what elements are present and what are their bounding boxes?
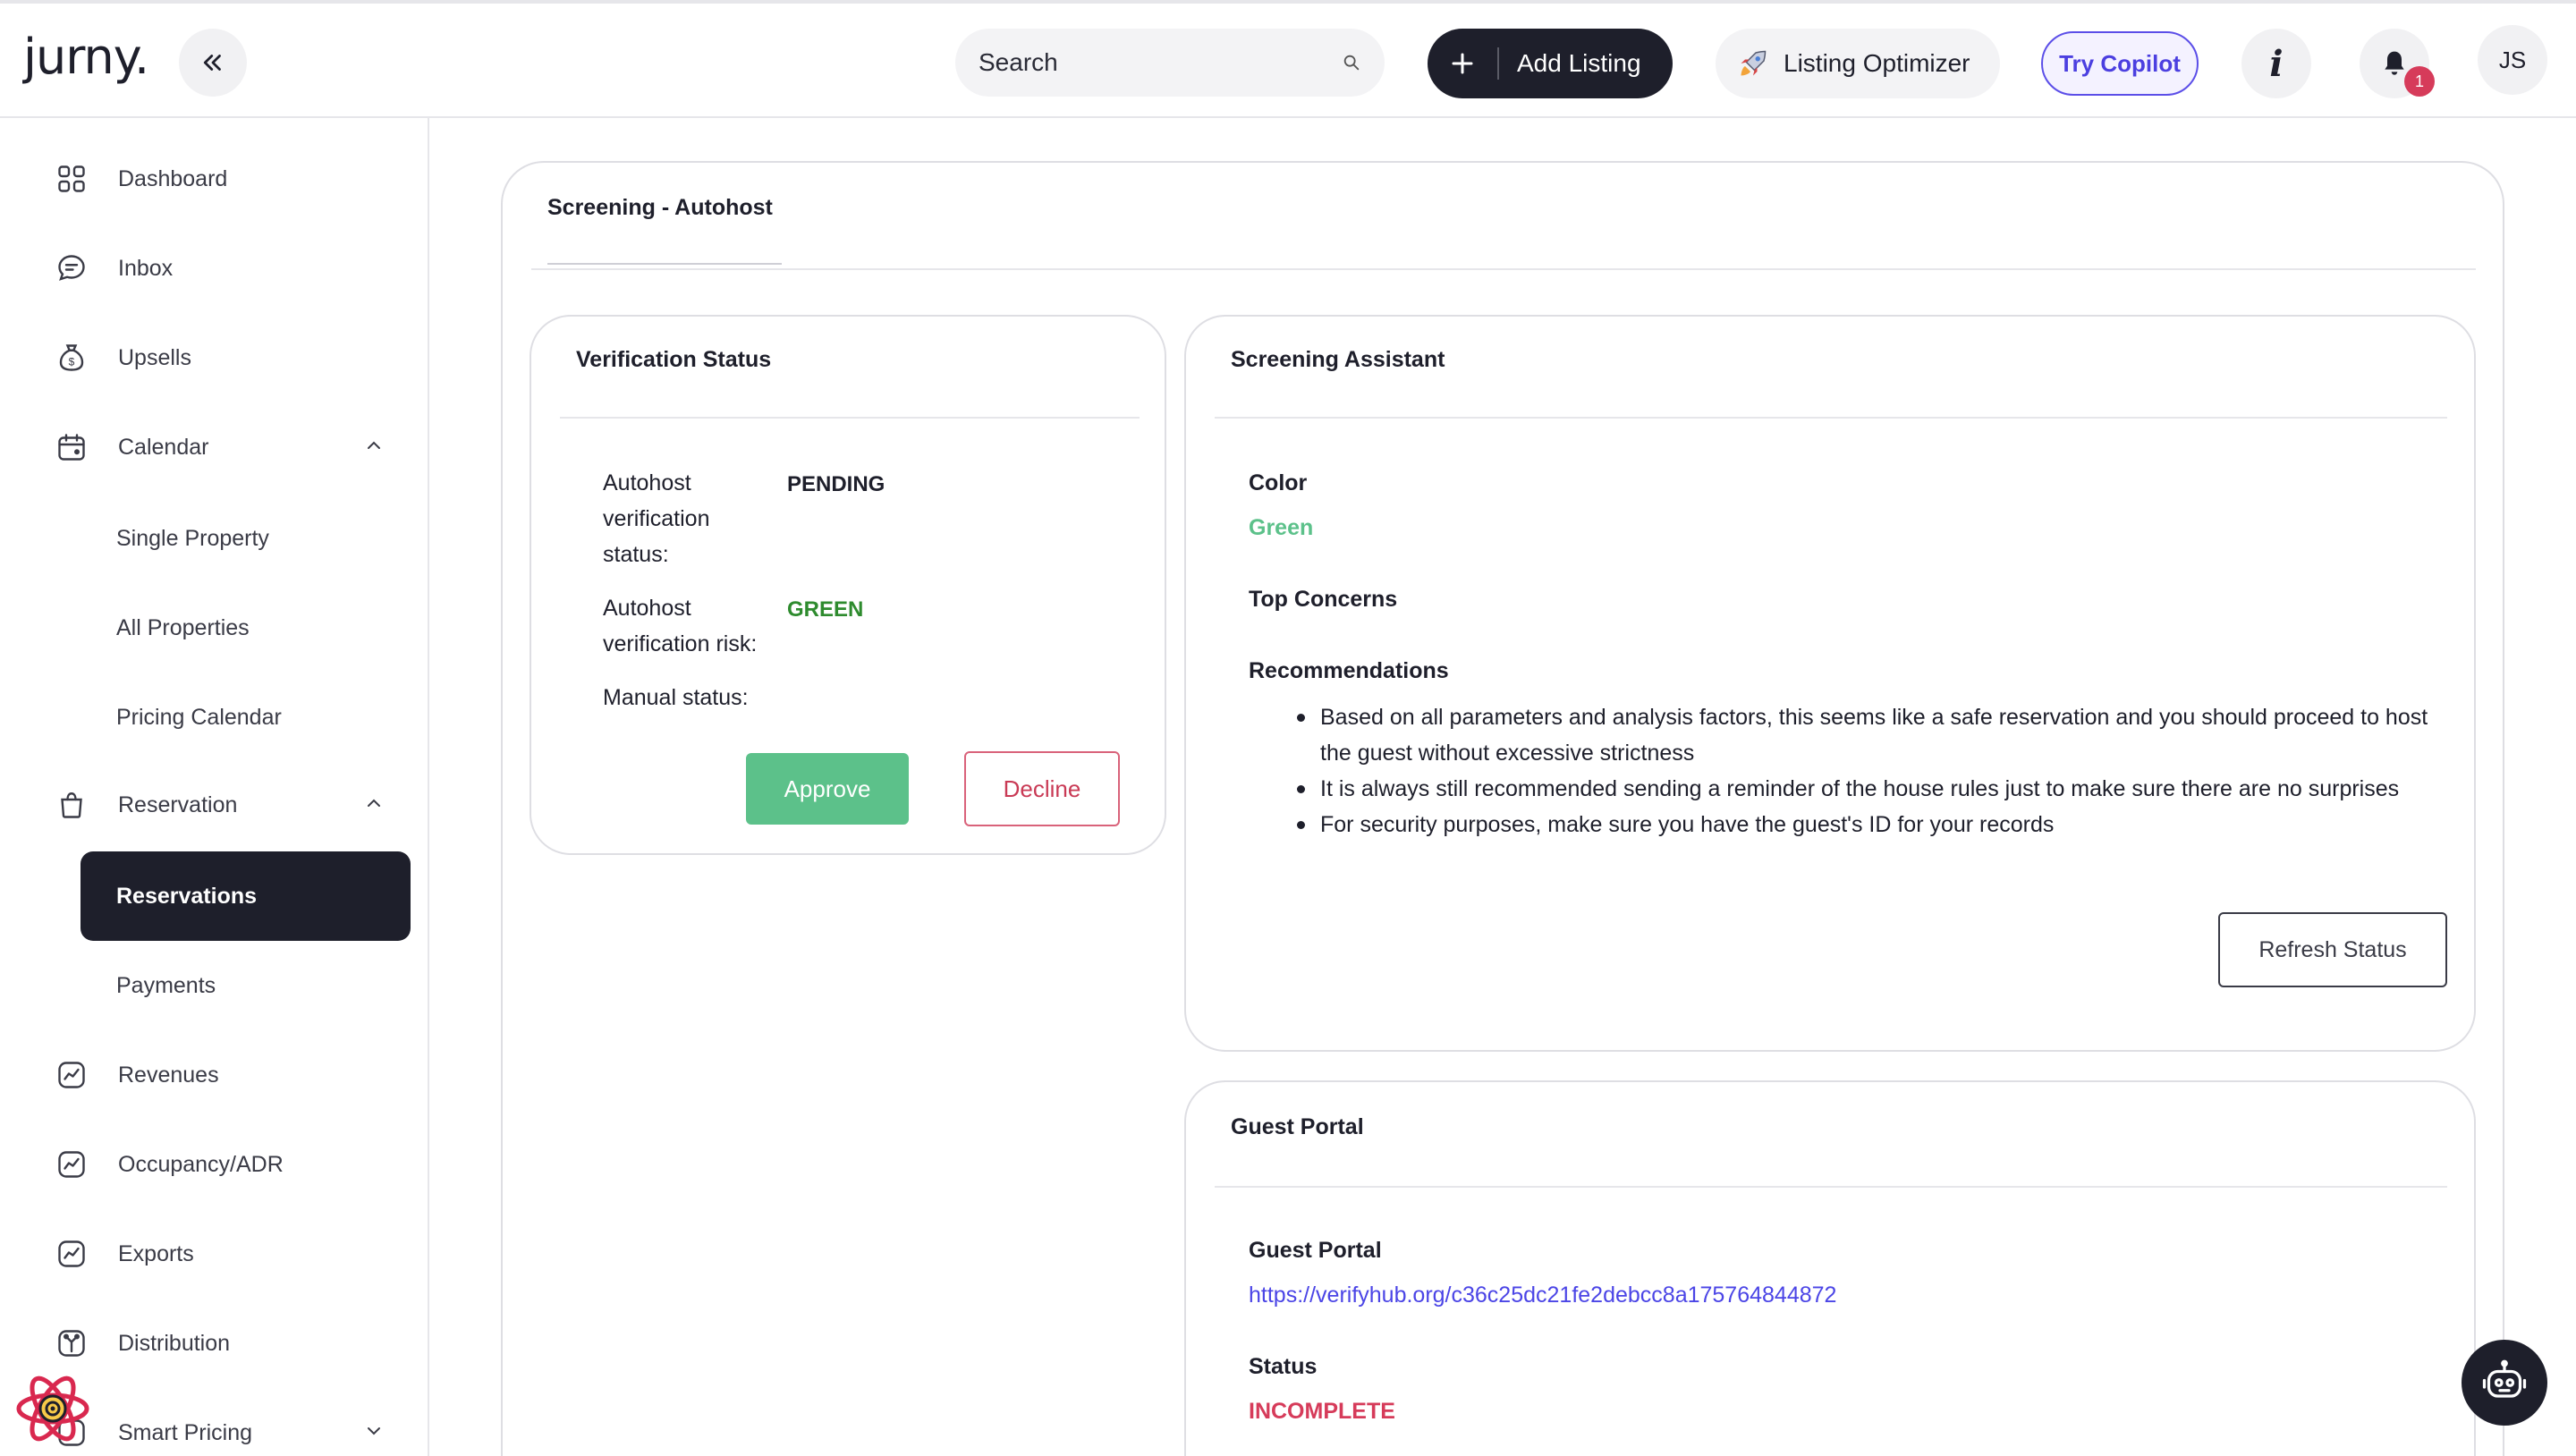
autohost-status-value: PENDING	[787, 472, 886, 496]
robot-icon	[2482, 1359, 2527, 1398]
listing-optimizer-button[interactable]: Listing Optimizer	[1716, 29, 2000, 98]
sidebar-item-label: Reservation	[118, 791, 238, 817]
listing-optimizer-label: Listing Optimizer	[1784, 49, 1970, 77]
try-copilot-button[interactable]: Try Copilot	[2041, 31, 2199, 96]
distribution-icon	[54, 1325, 89, 1361]
search-input[interactable]	[979, 48, 1342, 77]
chevron-up-icon[interactable]	[363, 435, 385, 456]
sidebar-item-reservations[interactable]: Reservations	[80, 851, 411, 941]
button-separator	[1497, 47, 1499, 80]
trend-chart-icon	[54, 1057, 89, 1093]
shopping-bag-icon	[54, 787, 89, 823]
jurny-logo[interactable]: jurny.	[23, 30, 149, 84]
search-box[interactable]	[955, 29, 1385, 97]
sidebar-item-smart-pricing[interactable]: Smart Pricing	[54, 1406, 385, 1456]
sidebar-item-label: Upsells	[118, 344, 191, 370]
list-item: For security purposes, make sure you hav…	[1284, 807, 2447, 842]
info-button[interactable]: i	[2241, 29, 2311, 98]
sidebar-item-label: Inbox	[118, 255, 174, 281]
sidebar-item-all-properties[interactable]: All Properties	[116, 601, 250, 655]
sidebar-item-label: Distribution	[118, 1330, 231, 1356]
autohost-risk-label: Autohost verification risk:	[603, 596, 758, 656]
react-devtools-icon[interactable]	[13, 1368, 93, 1449]
sidebar-item-dashboard[interactable]: Dashboard	[54, 152, 385, 206]
money-bag-icon: $	[54, 340, 89, 376]
card-divider	[1215, 1186, 2447, 1188]
guest-portal-label: Guest Portal	[1249, 1238, 1382, 1263]
sidebar-item-calendar[interactable]: Calendar	[54, 420, 385, 474]
add-listing-label: Add Listing	[1517, 49, 1641, 77]
top-concerns-label: Top Concerns	[1249, 587, 1398, 612]
chevron-down-icon[interactable]	[363, 1420, 385, 1442]
list-item: Based on all parameters and analysis fac…	[1284, 699, 2447, 771]
trend-chart-icon	[54, 1236, 89, 1272]
calendar-icon	[54, 429, 89, 465]
section-divider	[531, 268, 2476, 270]
decline-button[interactable]: Decline	[964, 751, 1120, 826]
sidebar-item-distribution[interactable]: Distribution	[54, 1316, 385, 1370]
sidebar-item-reservation[interactable]: Reservation	[54, 778, 385, 832]
plus-icon	[1428, 50, 1497, 77]
chat-bubble-icon	[54, 250, 89, 286]
card-divider	[560, 417, 1140, 419]
sidebar-item-label: Exports	[118, 1240, 194, 1266]
info-icon: i	[2269, 42, 2284, 85]
sidebar-item-label: Calendar	[118, 434, 209, 460]
user-avatar[interactable]: JS	[2478, 25, 2547, 95]
sidebar-item-single-property[interactable]: Single Property	[116, 512, 269, 565]
portal-status-value: INCOMPLETE	[1249, 1399, 1395, 1424]
color-label: Color	[1249, 470, 1308, 495]
manual-status-label: Manual status:	[603, 685, 749, 710]
refresh-status-button[interactable]: Refresh Status	[2218, 912, 2447, 987]
sidebar-item-revenues[interactable]: Revenues	[54, 1048, 385, 1102]
sidebar-item-label: Revenues	[118, 1062, 219, 1088]
card-divider	[1215, 417, 2447, 419]
chatbot-button[interactable]	[2462, 1340, 2547, 1426]
autohost-status-label: Autohost verification status:	[603, 470, 710, 567]
sidebar-item-label: Occupancy/ADR	[118, 1151, 284, 1177]
app-root: jurny. Add Listing	[0, 0, 2576, 1456]
bell-icon	[2385, 51, 2404, 75]
autohost-risk-value: GREEN	[787, 597, 864, 622]
grid-icon	[54, 161, 89, 197]
notification-badge[interactable]: 1	[2404, 66, 2435, 97]
chevron-up-icon[interactable]	[363, 792, 385, 814]
screening-assistant-title: Screening Assistant	[1231, 347, 1445, 372]
header: jurny. Add Listing	[0, 4, 2576, 118]
approve-button[interactable]: Approve	[746, 753, 909, 825]
rocket-icon	[1737, 47, 1769, 80]
search-icon[interactable]	[1342, 53, 1361, 72]
sidebar-item-pricing-calendar[interactable]: Pricing Calendar	[116, 690, 282, 744]
list-item: It is always still recommended sending a…	[1284, 771, 2447, 807]
sidebar-item-payments[interactable]: Payments	[116, 959, 216, 1012]
page-title: Screening - Autohost	[547, 195, 773, 220]
portal-status-label: Status	[1249, 1354, 1318, 1379]
guest-portal-title: Guest Portal	[1231, 1114, 1364, 1139]
sidebar-item-occupancy-adr[interactable]: Occupancy/ADR	[54, 1138, 385, 1191]
sidebar-item-exports[interactable]: Exports	[54, 1227, 385, 1281]
sidebar-item-inbox[interactable]: Inbox	[54, 241, 385, 295]
sidebar-item-label: Dashboard	[118, 165, 228, 191]
color-value: Green	[1249, 515, 1314, 540]
guest-portal-link[interactable]: https://verifyhub.org/c36c25dc21fe2debcc…	[1249, 1282, 1836, 1308]
double-chevron-left-icon	[203, 55, 221, 71]
title-underline	[547, 263, 782, 265]
add-listing-button[interactable]: Add Listing	[1428, 29, 1673, 98]
recommendations-list: Based on all parameters and analysis fac…	[1284, 699, 2447, 842]
collapse-sidebar-button[interactable]	[179, 29, 247, 97]
verification-status-title: Verification Status	[576, 347, 772, 372]
svg-text:$: $	[69, 355, 75, 368]
sidebar-item-label: Smart Pricing	[118, 1419, 253, 1445]
trend-chart-icon	[54, 1147, 89, 1182]
recommendations-label: Recommendations	[1249, 658, 1449, 683]
sidebar-item-upsells[interactable]: $ Upsells	[54, 331, 385, 385]
